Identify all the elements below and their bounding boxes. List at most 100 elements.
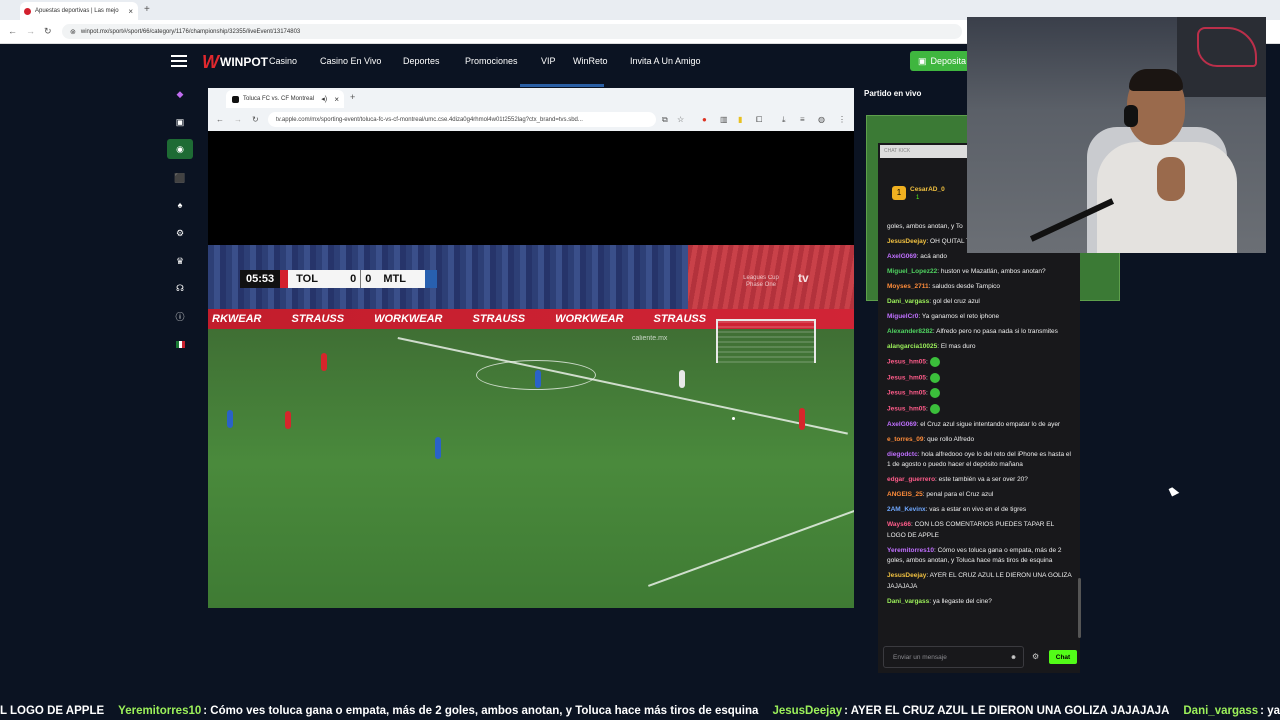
chat-settings-icon[interactable]: ⚙ (1032, 652, 1039, 661)
sidebar-support-icon[interactable]: ☊ (172, 280, 188, 296)
chat-username[interactable]: Miguel_Lopez22 (887, 268, 937, 275)
chat-username[interactable]: JesusDeejay (887, 238, 926, 245)
team2-score: 0 (361, 270, 376, 288)
chat-input[interactable]: Enviar un mensaje ☻ (883, 646, 1024, 668)
inner-url-field[interactable]: tv.apple.com/mx/sporting-event/toluca-fc… (268, 112, 656, 127)
chat-message: e_torres_09: que rollo Alfredo (887, 435, 1073, 446)
chat-username[interactable]: Dani_vargass (887, 598, 929, 605)
team2-color (425, 270, 438, 288)
chat-username[interactable]: Ways66 (887, 521, 911, 528)
nav-vip[interactable]: VIP (541, 56, 556, 66)
chat-username[interactable]: Moyses_2711 (887, 283, 929, 290)
chat-username[interactable]: Dani_vargass (887, 298, 929, 305)
menu-icon[interactable] (171, 55, 187, 67)
chat-emote-icon (929, 357, 940, 367)
profile-icon[interactable]: ◍ (818, 115, 825, 124)
nav-winreto[interactable]: WinReto (573, 56, 608, 66)
ad-word: WORKWEAR (555, 313, 624, 325)
nav-casino[interactable]: Casino (269, 56, 297, 66)
chat-username[interactable]: JesusDeejay (887, 572, 926, 579)
inner-tab[interactable]: Toluca FC vs. CF Montreal ◂) × (226, 90, 344, 108)
chat-message: Alexander8282: Alfredo pero no pasa nada… (887, 327, 1073, 338)
outer-tab[interactable]: Apuestas deportivas | Las mejo × (20, 2, 138, 20)
chat-username[interactable]: MiguelCr0 (887, 313, 918, 320)
sidebar-dice-icon[interactable]: ⬛ (172, 170, 188, 186)
player (321, 353, 327, 371)
chat-message: Jesus_hm05: (887, 357, 1073, 368)
nav-active-indicator (520, 84, 604, 87)
chat-username[interactable]: AxelG069 (887, 421, 917, 428)
nav-deportes[interactable]: Deportes (403, 56, 440, 66)
bookmark-star-icon[interactable]: ☆ (677, 115, 684, 124)
new-tab-icon[interactable]: + (144, 4, 150, 15)
scoreboard: 05:53 TOL 0 0 MTL (240, 270, 438, 288)
extension-yellow-icon[interactable]: ▮ (738, 115, 742, 124)
sidebar-soccer-icon[interactable]: ⚙ (172, 225, 188, 241)
winpot-logo[interactable]: W WINPOT (202, 52, 268, 72)
chat-message: Dani_vargass: gol del cruz azul (887, 297, 1073, 308)
chat-text: gol del cruz azul (932, 298, 980, 305)
chat-text: penal para el Cruz azul (926, 491, 994, 499)
deposit-button[interactable]: ▣ Deposita (910, 51, 970, 71)
player (285, 411, 291, 429)
chat-scrollbar[interactable] (1078, 578, 1081, 638)
player (679, 370, 685, 388)
ticker-text: : Cómo ves toluca gana o empata, más de … (203, 704, 759, 717)
close-tab-icon[interactable]: × (128, 7, 133, 16)
site-info-icon[interactable]: ⊚ (70, 28, 76, 36)
chat-username[interactable]: Jesus_hm05 (887, 374, 926, 381)
chat-username[interactable]: diegodctc (887, 451, 918, 458)
inner-reload-icon[interactable]: ↻ (252, 115, 259, 124)
inner-forward-icon[interactable]: → (234, 115, 242, 124)
chat-username[interactable]: Jesus_hm05 (887, 390, 926, 397)
inner-close-tab-icon[interactable]: × (334, 95, 339, 104)
nav-casino-en-vivo[interactable]: Casino En Vivo (320, 56, 381, 66)
chat-username[interactable]: edgar_guerrero (887, 476, 935, 483)
ball (732, 417, 735, 420)
chat-send-button[interactable]: Chat (1049, 650, 1077, 664)
opera-ext-icon[interactable]: ● (702, 115, 707, 124)
audio-icon[interactable]: ◂) (321, 95, 327, 103)
chat-username[interactable]: Yeremitorres10 (887, 547, 934, 554)
kebab-menu-icon[interactable]: ⋮ (838, 115, 846, 124)
sidebar-spade-icon[interactable]: ♠ (172, 197, 188, 213)
inner-new-tab-icon[interactable]: + (350, 92, 355, 102)
chat-username[interactable]: Alexander8282 (887, 328, 933, 335)
ticker-username: Dani_vargass (1183, 704, 1259, 717)
chat-text: vas a estar en vivo en el de tigres (929, 506, 1027, 514)
forward-icon[interactable]: → (26, 26, 35, 36)
nav-invita-amigo[interactable]: Invita A Un Amigo (630, 56, 701, 66)
sidebar-flag-mx-icon[interactable] (172, 336, 188, 352)
back-icon[interactable]: ← (8, 26, 17, 36)
puzzle-icon[interactable]: ⧠ (756, 115, 762, 125)
download-icon[interactable]: ⤓ (782, 115, 786, 125)
chat-username[interactable]: ANGEIS_25 (887, 491, 923, 498)
chat-input-placeholder: Enviar un mensaje (893, 653, 947, 661)
chat-username[interactable]: AxelG069 (887, 253, 917, 260)
inner-back-icon[interactable]: ← (216, 115, 224, 124)
outer-url-field[interactable]: ⊚ winpot.mx/sport#/sport/66/category/117… (62, 24, 962, 39)
sidebar-gift-icon[interactable]: ▣ (172, 114, 188, 130)
chat-username[interactable]: Jesus_hm05 (887, 406, 926, 413)
nav-promociones[interactable]: Promociones (465, 56, 518, 66)
sidebar-crown-icon[interactable]: ♛ (172, 253, 188, 269)
extension-icon[interactable]: ▥ (720, 115, 728, 124)
sidebar-promo-icon[interactable]: ◆ (172, 86, 188, 102)
sidebar-live-icon[interactable]: ◉ (172, 141, 188, 157)
chat-username[interactable]: Jesus_hm05 (887, 359, 926, 366)
emoji-icon[interactable]: ☻ (1010, 654, 1017, 661)
chat-message: AxelG069: el Cruz azul sigue intentando … (887, 420, 1073, 431)
reload-icon[interactable]: ↻ (44, 26, 52, 37)
chat-text: acá ando (920, 253, 948, 260)
streamer-webcam (967, 17, 1266, 253)
logo-text: WINPOT (220, 55, 268, 69)
chat-message: Moyses_2711: saludos desde Tampico (887, 282, 1073, 293)
sidebar-info-icon[interactable]: ⓘ (172, 308, 188, 324)
chat-username[interactable]: alangarcia10025 (887, 343, 937, 350)
cast-icon[interactable]: ⧉ (662, 115, 668, 125)
media-icon[interactable]: ≡ (800, 115, 805, 124)
match-broadcast-frame: RKWEAR STRAUSS WORKWEAR STRAUSS WORKWEAR… (208, 245, 854, 608)
chat-username[interactable]: e_torres_09 (887, 436, 924, 443)
chat-username[interactable]: 2AM_Kevinx (887, 506, 926, 513)
top-user-name: CesarAD_0 (910, 186, 945, 193)
